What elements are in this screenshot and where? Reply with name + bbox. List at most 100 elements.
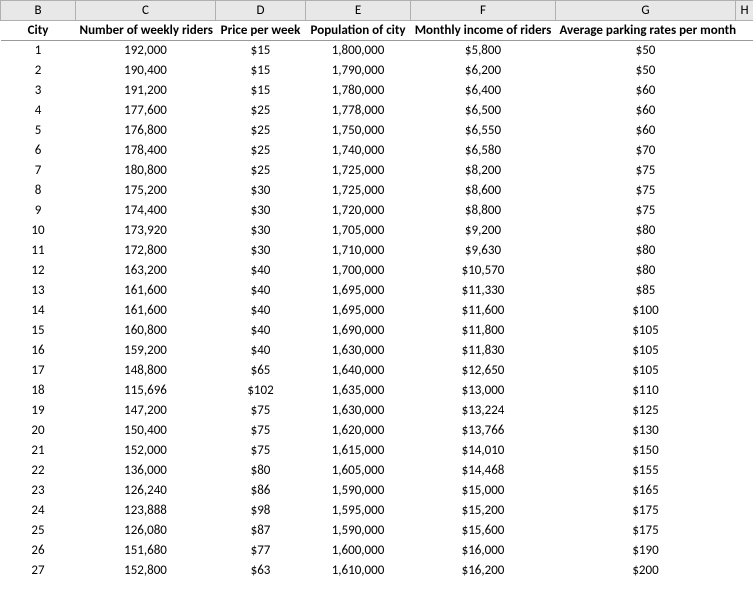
cell-population[interactable]: 1,710,000 bbox=[306, 241, 411, 261]
cell-income[interactable]: $8,200 bbox=[411, 161, 556, 181]
cell-parking[interactable]: $75 bbox=[556, 181, 736, 201]
cell-parking[interactable]: $125 bbox=[556, 401, 736, 421]
cell-income[interactable]: $16,200 bbox=[411, 561, 556, 581]
cell-population[interactable]: 1,740,000 bbox=[306, 141, 411, 161]
cell-parking[interactable]: $175 bbox=[556, 521, 736, 541]
cell-parking[interactable]: $70 bbox=[556, 141, 736, 161]
cell-parking[interactable]: $80 bbox=[556, 261, 736, 281]
cell-population[interactable]: 1,620,000 bbox=[306, 421, 411, 441]
cell-price[interactable]: $40 bbox=[216, 261, 306, 281]
cell-empty[interactable] bbox=[736, 521, 753, 541]
cell-city[interactable]: 17 bbox=[1, 361, 76, 381]
cell-income[interactable]: $13,766 bbox=[411, 421, 556, 441]
cell-population[interactable]: 1,700,000 bbox=[306, 261, 411, 281]
cell-income[interactable]: $13,000 bbox=[411, 381, 556, 401]
cell-income[interactable]: $10,570 bbox=[411, 261, 556, 281]
cell-parking[interactable]: $75 bbox=[556, 161, 736, 181]
cell-income[interactable]: $15,000 bbox=[411, 481, 556, 501]
cell-income[interactable]: $15,600 bbox=[411, 521, 556, 541]
cell-population[interactable]: 1,780,000 bbox=[306, 81, 411, 101]
cell-riders[interactable]: 192,000 bbox=[76, 41, 216, 61]
cell-population[interactable]: 1,695,000 bbox=[306, 281, 411, 301]
col-letter-B[interactable]: B bbox=[1, 1, 76, 21]
cell-city[interactable]: 23 bbox=[1, 481, 76, 501]
cell-income[interactable]: $11,800 bbox=[411, 321, 556, 341]
cell-price[interactable]: $40 bbox=[216, 321, 306, 341]
cell-population[interactable]: 1,610,000 bbox=[306, 561, 411, 581]
cell-population[interactable]: 1,630,000 bbox=[306, 401, 411, 421]
cell-price[interactable]: $77 bbox=[216, 541, 306, 561]
cell-income[interactable]: $9,200 bbox=[411, 221, 556, 241]
cell-riders[interactable]: 172,800 bbox=[76, 241, 216, 261]
cell-riders[interactable]: 115,696 bbox=[76, 381, 216, 401]
cell-population[interactable]: 1,778,000 bbox=[306, 101, 411, 121]
cell-empty[interactable] bbox=[736, 241, 753, 261]
cell-income[interactable]: $6,580 bbox=[411, 141, 556, 161]
cell-income[interactable]: $14,468 bbox=[411, 461, 556, 481]
cell-empty[interactable] bbox=[736, 321, 753, 341]
cell-empty[interactable] bbox=[736, 361, 753, 381]
cell-population[interactable]: 1,640,000 bbox=[306, 361, 411, 381]
cell-population[interactable]: 1,590,000 bbox=[306, 481, 411, 501]
cell-income[interactable]: $11,330 bbox=[411, 281, 556, 301]
col-letter-C[interactable]: C bbox=[76, 1, 216, 21]
cell-parking[interactable]: $80 bbox=[556, 221, 736, 241]
cell-city[interactable]: 24 bbox=[1, 501, 76, 521]
cell-price[interactable]: $30 bbox=[216, 241, 306, 261]
cell-income[interactable]: $6,400 bbox=[411, 81, 556, 101]
cell-riders[interactable]: 159,200 bbox=[76, 341, 216, 361]
cell-price[interactable]: $80 bbox=[216, 461, 306, 481]
cell-city[interactable]: 15 bbox=[1, 321, 76, 341]
cell-city[interactable]: 6 bbox=[1, 141, 76, 161]
cell-price[interactable]: $75 bbox=[216, 401, 306, 421]
cell-city[interactable]: 26 bbox=[1, 541, 76, 561]
cell-price[interactable]: $98 bbox=[216, 501, 306, 521]
cell-empty[interactable] bbox=[736, 141, 753, 161]
cell-city[interactable]: 1 bbox=[1, 41, 76, 61]
cell-empty[interactable] bbox=[736, 81, 753, 101]
header-riders[interactable]: Number of weekly riders bbox=[76, 21, 216, 41]
cell-price[interactable]: $40 bbox=[216, 341, 306, 361]
cell-income[interactable]: $14,010 bbox=[411, 441, 556, 461]
cell-empty[interactable] bbox=[736, 501, 753, 521]
cell-population[interactable]: 1,590,000 bbox=[306, 521, 411, 541]
cell-population[interactable]: 1,790,000 bbox=[306, 61, 411, 81]
cell-city[interactable]: 4 bbox=[1, 101, 76, 121]
cell-empty[interactable] bbox=[736, 401, 753, 421]
cell-empty[interactable] bbox=[736, 421, 753, 441]
cell-price[interactable]: $30 bbox=[216, 181, 306, 201]
cell-riders[interactable]: 126,240 bbox=[76, 481, 216, 501]
cell-population[interactable]: 1,595,000 bbox=[306, 501, 411, 521]
cell-population[interactable]: 1,600,000 bbox=[306, 541, 411, 561]
cell-price[interactable]: $15 bbox=[216, 81, 306, 101]
col-letter-E[interactable]: E bbox=[306, 1, 411, 21]
cell-population[interactable]: 1,605,000 bbox=[306, 461, 411, 481]
cell-price[interactable]: $15 bbox=[216, 41, 306, 61]
cell-parking[interactable]: $50 bbox=[556, 41, 736, 61]
cell-price[interactable]: $30 bbox=[216, 221, 306, 241]
cell-riders[interactable]: 151,680 bbox=[76, 541, 216, 561]
cell-riders[interactable]: 190,400 bbox=[76, 61, 216, 81]
cell-income[interactable]: $8,600 bbox=[411, 181, 556, 201]
cell-city[interactable]: 27 bbox=[1, 561, 76, 581]
cell-riders[interactable]: 152,800 bbox=[76, 561, 216, 581]
cell-empty[interactable] bbox=[736, 381, 753, 401]
cell-riders[interactable]: 174,400 bbox=[76, 201, 216, 221]
cell-income[interactable]: $11,830 bbox=[411, 341, 556, 361]
cell-city[interactable]: 2 bbox=[1, 61, 76, 81]
cell-empty[interactable] bbox=[736, 441, 753, 461]
cell-city[interactable]: 25 bbox=[1, 521, 76, 541]
cell-riders[interactable]: 160,800 bbox=[76, 321, 216, 341]
cell-city[interactable]: 14 bbox=[1, 301, 76, 321]
cell-parking[interactable]: $60 bbox=[556, 121, 736, 141]
cell-parking[interactable]: $110 bbox=[556, 381, 736, 401]
cell-price[interactable]: $102 bbox=[216, 381, 306, 401]
cell-income[interactable]: $16,000 bbox=[411, 541, 556, 561]
cell-riders[interactable]: 126,080 bbox=[76, 521, 216, 541]
cell-city[interactable]: 12 bbox=[1, 261, 76, 281]
cell-city[interactable]: 9 bbox=[1, 201, 76, 221]
cell-population[interactable]: 1,720,000 bbox=[306, 201, 411, 221]
cell-income[interactable]: $15,200 bbox=[411, 501, 556, 521]
cell-price[interactable]: $25 bbox=[216, 141, 306, 161]
cell-riders[interactable]: 152,000 bbox=[76, 441, 216, 461]
